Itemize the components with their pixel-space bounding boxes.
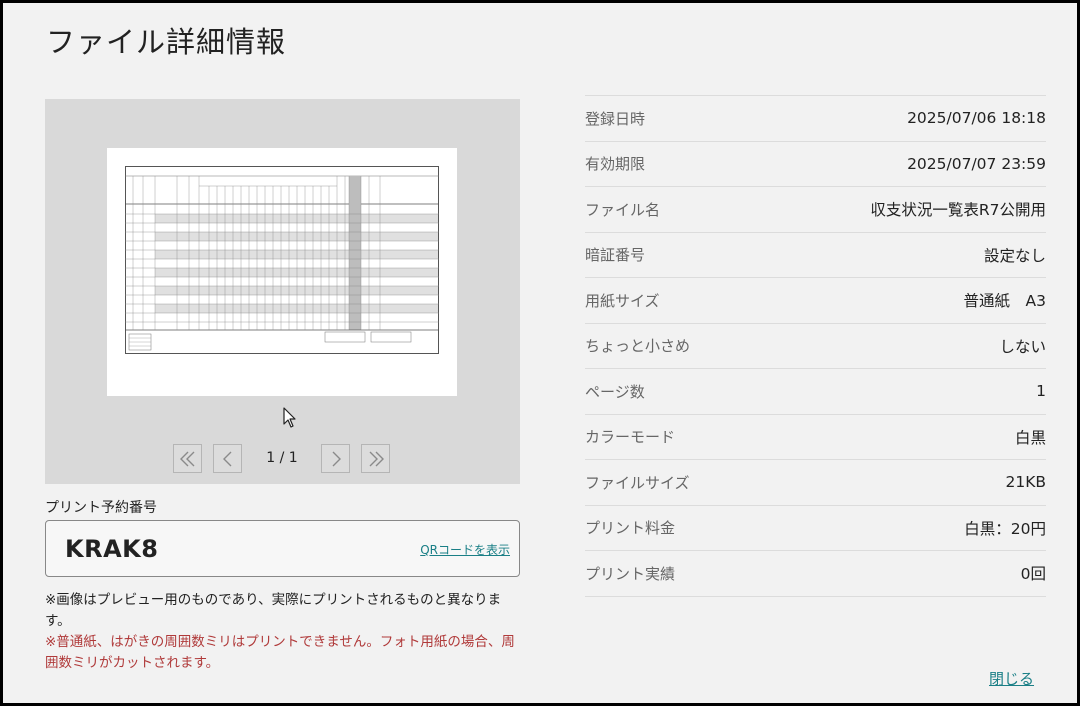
- detail-label: ちょっと小さめ: [585, 337, 691, 356]
- last-page-icon: [369, 451, 384, 466]
- preview-page-thumbnail: [107, 148, 457, 396]
- reservation-number-label: プリント予約番号: [45, 500, 157, 516]
- show-qr-code-link[interactable]: QRコードを表示: [420, 541, 510, 558]
- mouse-cursor-icon: [283, 407, 296, 428]
- reservation-number: KRAK8: [65, 535, 159, 563]
- detail-row-registered-at: 登録日時 2025/07/06 18:18: [585, 96, 1046, 142]
- close-link[interactable]: 閉じる: [989, 668, 1034, 689]
- detail-row-expiry: 有効期限 2025/07/07 23:59: [585, 142, 1046, 187]
- preview-note: ※画像はプレビュー用のものであり、実際にプリントされるものと異なります。: [45, 592, 502, 629]
- detail-value: 白黒: [1014, 428, 1046, 447]
- detail-label: 暗証番号: [585, 246, 646, 265]
- detail-row-file-name: ファイル名 収支状況一覧表R7公開用: [585, 187, 1046, 233]
- detail-value: 2025/07/07 23:59: [907, 154, 1046, 173]
- detail-value: 1: [1036, 382, 1046, 401]
- margin-warning: ※普通紙、はがきの周囲数ミリはプリントできません。フォト用紙の場合、周囲数ミリが…: [45, 634, 515, 671]
- next-page-icon: [332, 451, 341, 466]
- page-title: ファイル詳細情報: [46, 25, 287, 59]
- detail-value: 白黒：20円: [964, 519, 1046, 538]
- page-counter: 1 / 1: [266, 450, 298, 466]
- prev-page-icon: [222, 451, 231, 466]
- first-page-button[interactable]: [173, 444, 202, 473]
- spreadsheet-thumbnail: [125, 166, 439, 354]
- detail-label: 用紙サイズ: [585, 291, 660, 310]
- last-page-button[interactable]: [361, 444, 390, 473]
- detail-row-file-size: ファイルサイズ 21KB: [585, 460, 1046, 506]
- detail-value: 普通紙 A3: [963, 292, 1046, 311]
- detail-label: ファイルサイズ: [585, 473, 690, 492]
- detail-row-page-count: ページ数 1: [585, 369, 1046, 415]
- detail-value: 収支状況一覧表R7公開用: [870, 201, 1046, 220]
- prev-page-button[interactable]: [213, 444, 242, 473]
- detail-label: 有効期限: [585, 155, 646, 174]
- detail-label: ファイル名: [585, 200, 661, 219]
- detail-value: 21KB: [1005, 473, 1046, 492]
- detail-label: 登録日時: [585, 109, 646, 128]
- detail-row-slightly-smaller: ちょっと小さめ しない: [585, 324, 1046, 369]
- detail-label: カラーモード: [585, 428, 676, 447]
- detail-row-paper-size: 用紙サイズ 普通紙 A3: [585, 278, 1046, 324]
- first-page-icon: [179, 451, 194, 466]
- detail-row-color-mode: カラーモード 白黒: [585, 415, 1046, 460]
- detail-value: しない: [999, 337, 1046, 356]
- detail-value: 0回: [1020, 565, 1046, 584]
- next-page-button[interactable]: [321, 444, 350, 473]
- detail-label: プリント実績: [585, 564, 676, 583]
- detail-label: ページ数: [585, 382, 645, 401]
- detail-row-pin: 暗証番号 設定なし: [585, 233, 1046, 278]
- detail-row-print-fee: プリント料金 白黒：20円: [585, 506, 1046, 551]
- detail-label: プリント料金: [585, 519, 676, 538]
- reservation-number-box: KRAK8 QRコードを表示: [45, 520, 520, 577]
- preview-pager: 1 / 1: [45, 444, 520, 476]
- file-details-list: 登録日時 2025/07/06 18:18 有効期限 2025/07/07 23…: [585, 95, 1046, 597]
- detail-row-print-count: プリント実績 0回: [585, 551, 1046, 597]
- document-preview: 1 / 1: [45, 99, 520, 484]
- dialog: ファイル詳細情報 1 / 1 プリント予約番号 KRAK8 QRコードを表示 ※…: [3, 3, 1077, 703]
- detail-value: 2025/07/06 18:18: [907, 109, 1046, 128]
- detail-value: 設定なし: [983, 246, 1046, 265]
